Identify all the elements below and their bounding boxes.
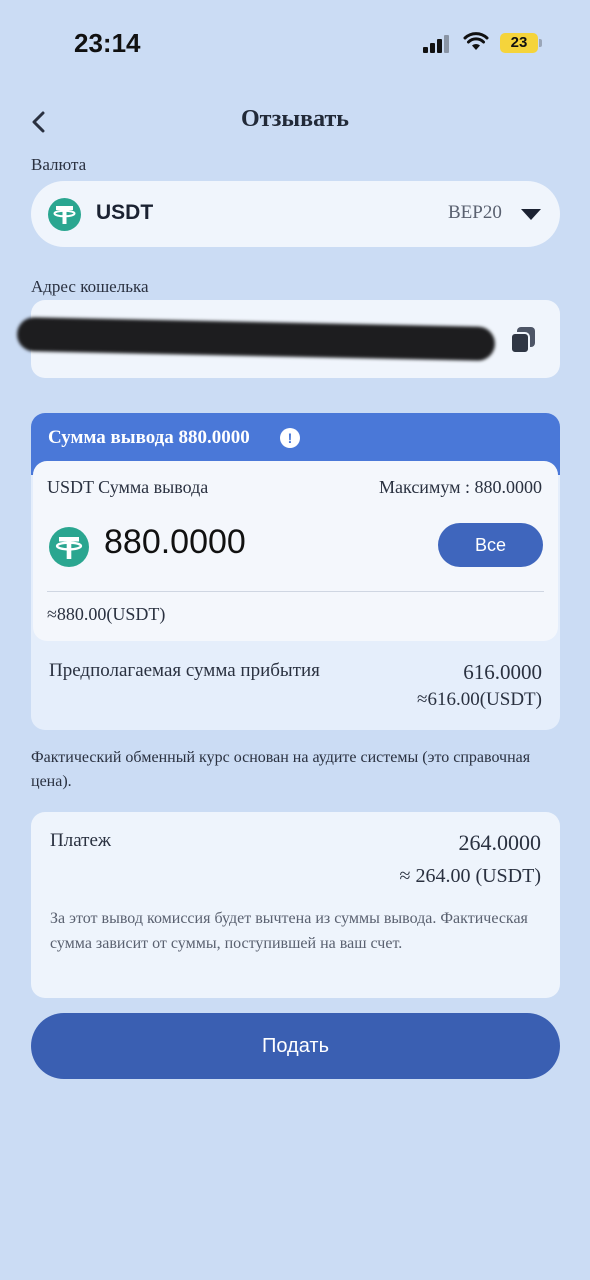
chevron-down-icon: [521, 209, 541, 220]
all-button[interactable]: Все: [438, 523, 543, 567]
amount-input-panel: USDT Сумма вывода Максимум : 880.0000 Вс…: [33, 461, 558, 641]
withdraw-amount-card: Сумма вывода 880.0000 ! USDT Сумма вывод…: [31, 413, 560, 730]
divider: [47, 591, 544, 592]
tether-icon: [48, 198, 81, 231]
battery-tip: [539, 39, 542, 47]
battery-indicator: 23: [500, 33, 538, 53]
currency-label: Валюта: [31, 155, 87, 174]
rate-note: Фактический обменный курс основан на ауд…: [31, 749, 531, 790]
fee-approx: ≈ 264.00 (USDT): [399, 865, 541, 887]
amount-header-text: Сумма вывода 880.0000: [48, 427, 250, 448]
fee-card: Платеж 264.0000 ≈ 264.00 (USDT) За этот …: [31, 812, 560, 998]
currency-network: BEP20: [448, 202, 502, 223]
submit-button[interactable]: Подать: [31, 1013, 560, 1079]
redacted-address: [16, 316, 496, 362]
amount-approx: ≈880.00(USDT): [47, 604, 166, 624]
wifi-icon: [463, 32, 489, 50]
amount-input-label: USDT Сумма вывода: [47, 477, 209, 497]
amount-input[interactable]: [104, 523, 404, 562]
signal-icon: [423, 35, 451, 53]
currency-select[interactable]: USDT BEP20: [31, 181, 560, 247]
max-amount: Максимум : 880.0000: [379, 477, 542, 497]
arrival-value: 616.0000: [463, 660, 542, 684]
info-icon[interactable]: !: [280, 428, 300, 448]
wallet-label: Адрес кошелька: [31, 277, 149, 296]
status-bar: 23:14 23: [0, 0, 590, 90]
fee-note: За этот вывод комиссия будет вычтена из …: [50, 910, 528, 952]
arrival-label: Предполагаемая сумма прибытия: [49, 660, 320, 681]
fee-label: Платеж: [50, 830, 112, 851]
wallet-address-field[interactable]: [16, 300, 560, 378]
fee-value: 264.0000: [458, 830, 542, 855]
arrival-approx: ≈616.00(USDT): [417, 689, 542, 710]
page-title: Отзывать: [241, 106, 349, 132]
tether-icon: [49, 527, 89, 567]
copy-icon[interactable]: [509, 325, 537, 355]
status-time: 23:14: [74, 28, 141, 58]
currency-name: USDT: [96, 201, 154, 224]
